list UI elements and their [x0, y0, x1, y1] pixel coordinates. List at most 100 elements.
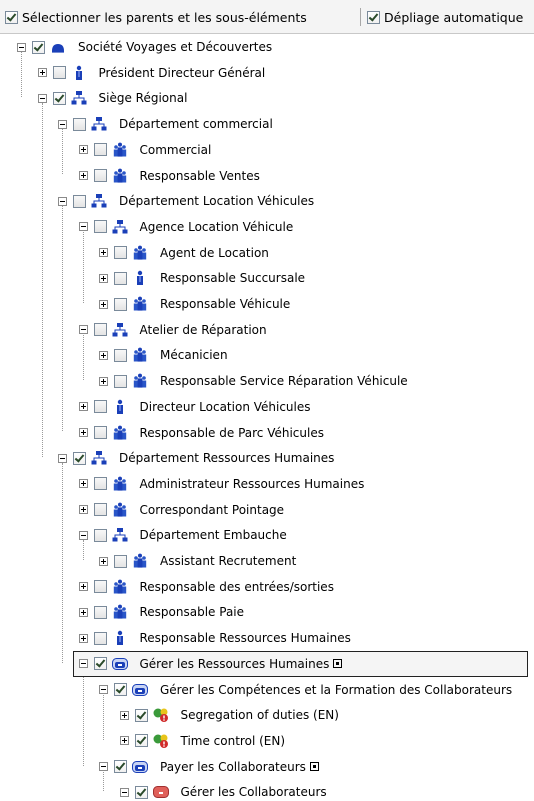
- tree-node-gerer-les-collaborateurs[interactable]: Gérer les Collaborateurs: [0, 779, 327, 801]
- open-details-icon[interactable]: [333, 659, 343, 669]
- tree-node-responsable-ventes[interactable]: Responsable Ventes: [0, 163, 260, 189]
- node-checkbox[interactable]: [93, 426, 107, 439]
- tree-node-atelier-de-reparation[interactable]: Atelier de Réparation: [0, 317, 267, 343]
- expand-icon[interactable]: [119, 736, 129, 746]
- node-checkbox[interactable]: [73, 451, 86, 465]
- tree-node-departement-location-vehicules[interactable]: Département Location Véhicules: [0, 188, 314, 214]
- collapse-icon[interactable]: [119, 787, 129, 797]
- expand-icon[interactable]: [99, 273, 108, 283]
- tree-node-commercial[interactable]: Commercial: [0, 137, 211, 163]
- collapse-icon[interactable]: [78, 659, 88, 669]
- collapse-icon[interactable]: [58, 453, 67, 463]
- collapse-icon[interactable]: [37, 93, 47, 103]
- auto-expand-option[interactable]: Dépliage automatique: [367, 9, 523, 25]
- expand-icon[interactable]: [78, 428, 88, 437]
- node-checkbox[interactable]: [93, 580, 107, 594]
- tree-node-administrateur-ressources-humaines[interactable]: Administrateur Ressources Humaines: [0, 471, 364, 497]
- expand-icon[interactable]: [78, 145, 88, 155]
- auto-expand-checkbox[interactable]: [367, 10, 380, 24]
- expand-icon[interactable]: [99, 350, 108, 360]
- tree-node-time-control-en[interactable]: Time control (EN): [0, 728, 285, 754]
- collapse-icon[interactable]: [58, 196, 67, 206]
- node-checkbox[interactable]: [93, 528, 107, 542]
- collapse-icon[interactable]: [78, 325, 88, 335]
- node-checkbox[interactable]: [32, 40, 45, 54]
- tree-node-gerer-les-ressources-humaines[interactable]: Gérer les Ressources Humaines: [72, 650, 528, 677]
- node-checkbox[interactable]: [114, 271, 127, 285]
- tree-node-president-directeur-general[interactable]: Président Directeur Général: [0, 60, 265, 86]
- node-checkbox[interactable]: [134, 708, 148, 722]
- tree-node-responsable-ressources-humaines[interactable]: Responsable Ressources Humaines: [0, 625, 351, 651]
- node-checkbox[interactable]: [93, 400, 107, 414]
- tree-node-responsable-paie[interactable]: Responsable Paie: [0, 599, 244, 625]
- collapse-icon[interactable]: [78, 530, 88, 540]
- tree-node-responsable-de-parc-vehicules[interactable]: Responsable de Parc Véhicules: [0, 420, 324, 446]
- expand-icon[interactable]: [78, 171, 88, 180]
- expand-icon[interactable]: [37, 68, 47, 78]
- expand-icon[interactable]: [78, 402, 88, 412]
- node-checkbox[interactable]: [52, 66, 66, 80]
- node-checkbox[interactable]: [93, 631, 107, 645]
- expand-icon[interactable]: [78, 582, 88, 592]
- tree-node-label: Atelier de Réparation: [139, 322, 267, 337]
- node-checkbox[interactable]: [93, 657, 107, 671]
- node-checkbox[interactable]: [93, 143, 107, 157]
- expand-icon[interactable]: [99, 248, 108, 258]
- expand-icon[interactable]: [78, 479, 88, 489]
- tree-node-responsable-vehicule[interactable]: Responsable Véhicule: [0, 291, 290, 317]
- expand-icon[interactable]: [99, 376, 108, 386]
- collapse-icon[interactable]: [58, 119, 67, 129]
- node-checkbox[interactable]: [93, 503, 107, 517]
- collapse-icon[interactable]: [17, 42, 26, 52]
- node-checkbox[interactable]: [114, 760, 127, 774]
- tree-node-departement-embauche[interactable]: Département Embauche: [0, 522, 287, 548]
- collapse-icon[interactable]: [78, 222, 88, 232]
- node-checkbox[interactable]: [93, 477, 107, 491]
- open-details-icon[interactable]: [309, 762, 319, 772]
- tree-node-gerer-les-competences-et-la-formation-des-collaborateurs[interactable]: Gérer les Compétences et la Formation de…: [0, 677, 512, 703]
- tree-node-label: Gérer les Ressources Humaines: [139, 656, 330, 671]
- tree-node-correspondant-pointage[interactable]: Correspondant Pointage: [0, 497, 284, 523]
- node-checkbox[interactable]: [134, 785, 148, 799]
- select-parents-checkbox[interactable]: [5, 10, 18, 24]
- tree-node-assistant-recrutement[interactable]: Assistant Recrutement: [0, 548, 296, 574]
- tree-node-responsable-service-reparation-vehicule[interactable]: Responsable Service Réparation Véhicule: [0, 368, 408, 394]
- tree-node-siege-regional[interactable]: Siège Régional: [0, 85, 187, 111]
- select-parents-option[interactable]: Sélectionner les parents et les sous-élé…: [5, 9, 307, 25]
- auto-expand-label: Dépliage automatique: [384, 9, 524, 25]
- node-checkbox[interactable]: [114, 554, 127, 568]
- expand-icon[interactable]: [78, 633, 88, 643]
- node-checkbox[interactable]: [114, 683, 127, 696]
- collapse-icon[interactable]: [99, 762, 108, 772]
- node-checkbox[interactable]: [114, 297, 127, 311]
- expand-icon[interactable]: [78, 607, 88, 617]
- node-checkbox[interactable]: [114, 246, 127, 260]
- tree-node-agence-location-vehicule[interactable]: Agence Location Véhicule: [0, 214, 293, 240]
- tree-node-departement-commercial[interactable]: Département commercial: [0, 111, 273, 137]
- node-checkbox[interactable]: [93, 220, 107, 234]
- node-checkbox[interactable]: [73, 117, 86, 131]
- node-checkbox[interactable]: [93, 169, 107, 182]
- tree-node-responsable-succursale[interactable]: Responsable Succursale: [0, 265, 305, 291]
- node-checkbox[interactable]: [93, 323, 107, 337]
- tree-node-payer-les-collaborateurs[interactable]: Payer les Collaborateurs: [0, 754, 319, 780]
- tree-node-directeur-location-vehicules[interactable]: Directeur Location Véhicules: [0, 394, 311, 420]
- expand-icon[interactable]: [78, 505, 88, 515]
- expand-icon[interactable]: [99, 556, 108, 566]
- expand-icon[interactable]: [99, 299, 108, 309]
- tree-node-societe-voyages-et-decouvertes[interactable]: Société Voyages et Découvertes: [0, 34, 272, 60]
- tree-node-mecanicien[interactable]: Mécanicien: [0, 342, 228, 368]
- collapse-icon[interactable]: [99, 685, 108, 694]
- node-checkbox[interactable]: [93, 605, 107, 619]
- node-checkbox[interactable]: [114, 374, 127, 388]
- node-checkbox[interactable]: [73, 194, 86, 208]
- tree-node-agent-de-location[interactable]: Agent de Location: [0, 240, 269, 266]
- expand-icon[interactable]: [119, 710, 129, 720]
- tree-node-responsable-des-entrees-sorties[interactable]: Responsable des entrées/sorties: [0, 574, 334, 600]
- node-checkbox[interactable]: [134, 734, 148, 748]
- node-checkbox[interactable]: [52, 91, 66, 105]
- node-checkbox[interactable]: [114, 348, 127, 362]
- tree-node-segregation-of-duties-en[interactable]: Segregation of duties (EN): [0, 702, 339, 728]
- tree-node-departement-ressources-humaines[interactable]: Département Ressources Humaines: [0, 445, 334, 471]
- org-chart-icon: [71, 90, 87, 106]
